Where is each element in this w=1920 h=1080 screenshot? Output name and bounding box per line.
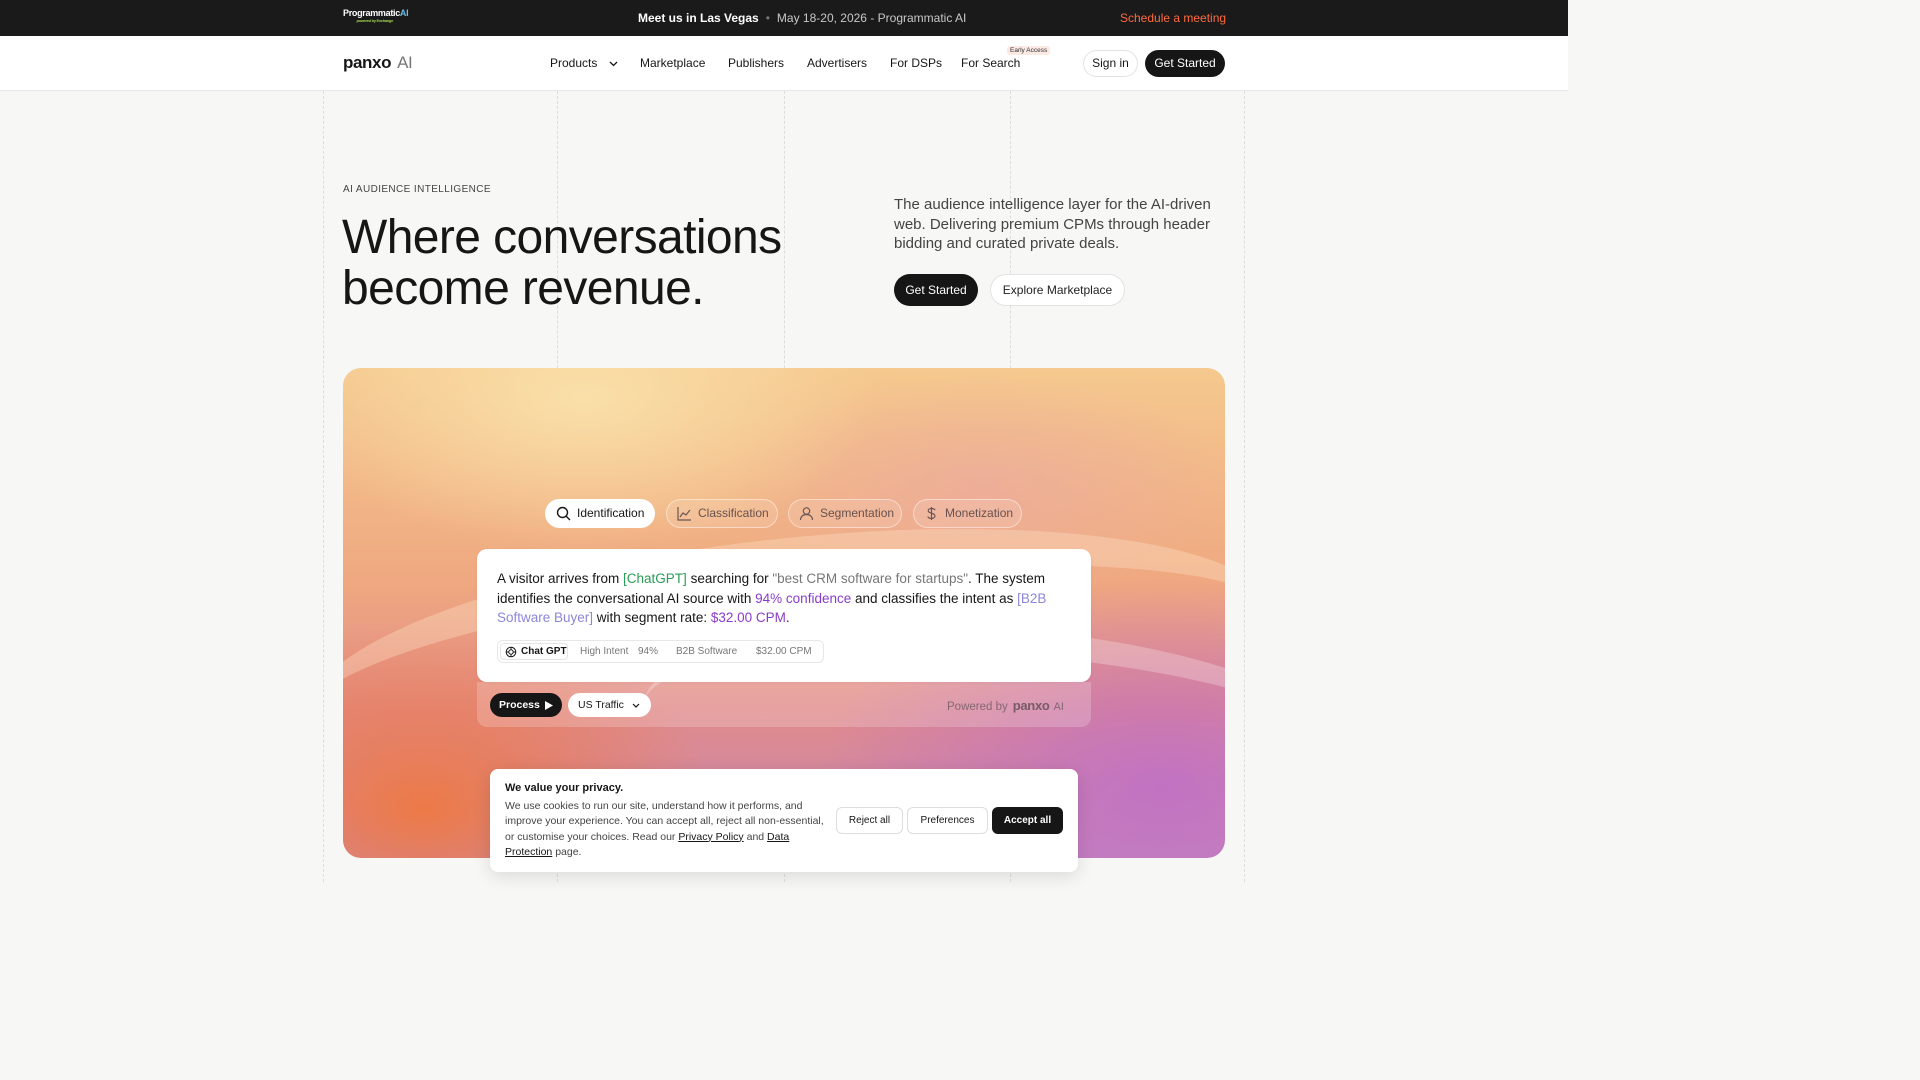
tab-label: Monetization [945,506,1014,520]
separator-dot: • [765,11,770,25]
powered-by: Powered by panxo AI [947,698,1064,713]
analysis-text: A visitor arrives from [ChatGPT] searchi… [497,569,1077,628]
schedule-meeting-link[interactable]: Schedule a meeting [1120,11,1226,25]
event-label: Meet us in Las Vegas [638,11,759,25]
result-chips: Chat GPT High Intent 94% B2B Software $3… [497,640,824,663]
logo-line1: ProgrammaticAI [343,8,409,18]
hero-get-started-button[interactable]: Get Started [894,274,978,306]
nav-for-dsps[interactable]: For DSPs [890,56,942,70]
sign-in-button[interactable]: Sign in [1083,50,1138,77]
event-details: May 18-20, 2026 - Programmatic AI [776,11,967,25]
chevron-down-icon [609,61,618,67]
privacy-policy-link[interactable]: Privacy Policy [678,831,743,843]
traffic-select-value: US Traffic [578,699,624,711]
brand-logo[interactable]: panxo AI [343,53,413,73]
chart-line-icon [677,507,691,521]
process-button[interactable]: Process [490,693,562,717]
announcement-bar: ProgrammaticAI powered by Exchange Meet … [0,0,1568,36]
hero-eyebrow: AI AUDIENCE INTELLIGENCE [343,184,491,195]
hero-description: The audience intelligence layer for the … [894,196,1211,252]
event-announcement: Meet us in Las Vegas • May 18-20, 2026 - P… [638,11,966,25]
nav-products-label: Products [550,56,598,70]
analysis-card: A visitor arrives from [ChatGPT] searchi… [477,549,1091,682]
tab-monetization[interactable]: Monetization [913,499,1022,528]
user-icon [799,507,814,521]
nav-advertisers[interactable]: Advertisers [807,56,867,70]
intent-chip: High Intent [580,646,629,657]
nav-publishers[interactable]: Publishers [728,56,784,70]
powered-brand: panxo [1012,698,1050,713]
text-segment: with segment rate: [593,610,711,625]
tab-segmentation[interactable]: Segmentation [788,499,902,528]
guide-line [1244,91,1245,882]
headline-line1: Where conversations [342,211,782,264]
confidence-chip: 94% [638,646,659,657]
cpm-chip: $32.00 CPM [756,646,812,657]
nav-products[interactable]: Products [550,56,618,70]
cookie-text: page. [552,845,582,858]
main-nav: panxo AI Products Marketplace Publishers … [0,36,1568,91]
brand-suffix: AI [397,53,413,72]
text-segment: A visitor arrives from [497,571,624,586]
text-segment: and classifies the intent as [851,590,1018,606]
reject-all-button[interactable]: Reject all [836,807,903,834]
nav-marketplace[interactable]: Marketplace [640,56,705,70]
text-segment: . [785,610,790,625]
nav-for-search[interactable]: For Search [961,56,1020,70]
cookie-text: and [743,830,768,843]
preferences-button[interactable]: Preferences [907,807,988,834]
tab-identification[interactable]: Identification [545,499,655,528]
tab-label: Segmentation [820,506,895,520]
source-chip: Chat GPT [500,643,568,660]
tab-label: Identification [577,506,645,520]
confidence-highlight: 94% confidence [755,590,852,606]
tab-classification[interactable]: Classification [666,499,778,528]
accept-all-button[interactable]: Accept all [992,807,1063,834]
search-icon [556,506,571,521]
cookie-body: We use cookies to run our site, understa… [505,799,830,860]
traffic-select[interactable]: US Traffic [568,693,651,717]
programmatic-ai-logo[interactable]: ProgrammaticAI powered by Exchange [343,8,409,27]
category-chip: B2B Software [676,646,738,657]
process-label: Process [499,699,540,711]
explore-marketplace-button[interactable]: Explore Marketplace [990,274,1125,306]
openai-icon [505,646,517,658]
dollar-icon [927,507,936,520]
hero-headline: Where conversations become revenue. [342,212,842,314]
powered-by-label: Powered by [947,701,1008,713]
cookie-banner: We value your privacy. We use cookies to… [490,769,1078,872]
powered-suffix: AI [1053,701,1064,713]
cookie-title: We value your privacy. [505,782,624,794]
early-access-badge: Early Access [1007,46,1051,55]
chevron-down-icon [632,703,640,708]
source-highlight: [ChatGPT] [623,571,687,586]
query-highlight: "best CRM software for startups" [772,571,969,586]
nav-get-started-button[interactable]: Get Started [1145,50,1225,77]
headline-line2: become revenue. [342,262,705,315]
rate-highlight: $32.00 CPM [710,610,786,625]
source-chip-label: Chat GPT [521,646,567,657]
text-segment: searching for [686,571,773,586]
guide-line [323,91,324,882]
logo-small: powered by Exchange [356,18,393,23]
play-icon [545,701,553,710]
tab-label: Classification [698,506,769,520]
brand-name: panxo [343,53,392,72]
